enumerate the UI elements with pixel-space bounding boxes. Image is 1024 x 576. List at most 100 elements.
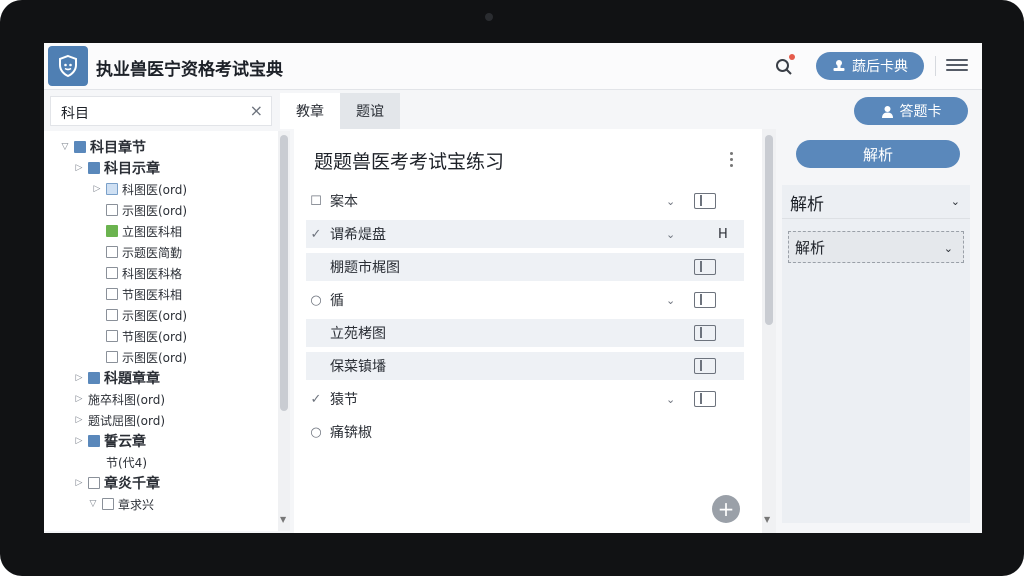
tree-item-label: 节图医(ord): [122, 329, 188, 344]
chevron-down-icon[interactable]: ⌄: [666, 294, 675, 307]
checkbox-icon[interactable]: ☐: [306, 194, 326, 209]
chevron-down-icon[interactable]: ⌄: [666, 228, 675, 241]
tree-item[interactable]: 示图医(ord): [92, 305, 187, 325]
checkbox[interactable]: [106, 267, 118, 279]
analysis-select-value: 解析: [795, 239, 826, 257]
tree-item[interactable]: ▽ 科目章节: [60, 137, 146, 157]
radio-icon[interactable]: ○: [306, 293, 326, 308]
toggle-switch[interactable]: [694, 391, 716, 407]
checkbox[interactable]: [102, 498, 114, 510]
tree-item[interactable]: 节(代4): [92, 452, 147, 472]
toggle-switch[interactable]: [694, 358, 716, 374]
question-label: 案本: [330, 194, 358, 210]
hamburger-menu-icon[interactable]: [946, 56, 968, 76]
more-options-icon[interactable]: [728, 149, 734, 170]
checkbox[interactable]: [106, 309, 118, 321]
checkbox[interactable]: [74, 141, 86, 153]
tab-0[interactable]: 教章: [280, 93, 340, 129]
tree-item[interactable]: 节图医(ord): [92, 326, 187, 346]
question-panel: 题题兽医考考试宝练习 ☐ 案本 ⌄ ✓ 谓希煶盘 ⌄ H 棚题市梶图 ○ 循 ⌄ 立苑栲图 保菜镇墦 ✓ 猿…: [294, 129, 762, 533]
toggle-switch[interactable]: [694, 325, 716, 341]
question-row[interactable]: 立苑栲图: [306, 319, 744, 347]
tree-item[interactable]: ▷ 科題章章: [74, 368, 160, 388]
chevron-icon: ▷: [93, 184, 101, 194]
checkbox[interactable]: [106, 183, 118, 195]
tree-item[interactable]: ▷ 施卒科图(ord): [74, 389, 166, 409]
checkbox[interactable]: [88, 372, 100, 384]
tree-item[interactable]: ▷ 章炎千章: [74, 473, 160, 493]
question-label: 保菜镇墦: [330, 359, 386, 375]
question-row[interactable]: ✓ 谓希煶盘 ⌄ H: [306, 220, 744, 248]
chevron-icon: ▽: [61, 142, 69, 152]
tree-item[interactable]: ▷ 题试屈图(ord): [74, 410, 166, 430]
tree-scroll-thumb[interactable]: [280, 135, 288, 411]
checkbox[interactable]: [88, 435, 100, 447]
check-icon[interactable]: ✓: [306, 227, 326, 242]
tree-item[interactable]: ▷ 科目示章: [74, 158, 160, 178]
question-scroll-thumb[interactable]: [765, 135, 773, 325]
tree-item-label: 示图医(ord): [122, 203, 188, 218]
tree-item[interactable]: 立图医科相: [92, 221, 182, 241]
question-row[interactable]: 保菜镇墦: [306, 352, 744, 380]
tree-item[interactable]: ▽ 章求兴: [88, 494, 154, 514]
chevron-down-icon[interactable]: ⌄: [666, 195, 675, 208]
toggle-switch[interactable]: [694, 259, 716, 275]
question-row[interactable]: ○ 循 ⌄: [306, 286, 744, 314]
tree-item[interactable]: 示图医(ord): [92, 347, 187, 367]
tree-item-label: 章炎千章: [104, 476, 160, 492]
checkbox[interactable]: [88, 162, 100, 174]
checkbox[interactable]: [106, 204, 118, 216]
tree-item[interactable]: 科图医科格: [92, 263, 182, 283]
checkbox[interactable]: [106, 351, 118, 363]
scroll-down-icon[interactable]: ▼: [280, 515, 286, 524]
tree-item-label: 施卒科图(ord): [88, 392, 166, 407]
question-row[interactable]: ✓ 猿节 ⌄: [306, 385, 744, 413]
question-row[interactable]: ○ 痛锛椒: [306, 418, 744, 446]
answer-card-label: 答题卡: [899, 104, 942, 120]
scroll-down-icon[interactable]: ▼: [764, 515, 770, 524]
tree-item-label: 示图医(ord): [122, 350, 188, 365]
checkbox[interactable]: [106, 288, 118, 300]
header-divider: [935, 56, 936, 76]
app-header: 执业兽医宁资格考试宝典 蔬后卡典: [44, 43, 982, 90]
checkbox[interactable]: [106, 330, 118, 342]
tab-1[interactable]: 题谊: [340, 93, 400, 129]
analysis-panel-header[interactable]: 解析 ⌄: [782, 185, 970, 219]
tree-item[interactable]: ▷ 誓云章: [74, 431, 146, 451]
analysis-select[interactable]: 解析 ⌄: [788, 231, 964, 263]
tree-item[interactable]: ▷ 科图医(ord): [92, 179, 188, 199]
question-label: 猿节: [330, 392, 358, 408]
radio-icon[interactable]: ○: [306, 425, 326, 440]
chapter-tree: ▽ 科目章节 ▷ 科目示章 ▷ 科图医(ord) 示图医(ord) 立图医科相 示题医简勤科图医…: [44, 131, 280, 531]
analysis-button[interactable]: 解析: [796, 140, 960, 168]
checkbox[interactable]: [88, 477, 100, 489]
toggle-switch[interactable]: [694, 193, 716, 209]
tree-item-label: 科图医科格: [122, 266, 183, 281]
question-label: 循: [330, 293, 344, 309]
checkbox[interactable]: [106, 246, 118, 258]
header-action-button[interactable]: 蔬后卡典: [816, 52, 924, 80]
tree-item[interactable]: 示题医简勤: [92, 242, 182, 262]
question-label: 棚题市梶图: [330, 260, 400, 276]
user-icon: [881, 105, 893, 118]
analysis-panel-title: 解析: [790, 195, 824, 215]
subject-filter[interactable]: 科目 ×: [50, 96, 272, 126]
tree-item[interactable]: 示图医(ord): [92, 200, 187, 220]
subject-label: 科目: [61, 106, 89, 122]
header-action-label: 蔬后卡典: [852, 59, 908, 75]
chevron-icon: ▷: [75, 436, 83, 446]
answer-card-button[interactable]: 答题卡: [854, 97, 968, 125]
toggle-switch[interactable]: [694, 292, 716, 308]
close-icon[interactable]: ×: [250, 101, 263, 120]
check-icon[interactable]: ✓: [306, 392, 326, 407]
tree-item[interactable]: 节图医科相: [92, 284, 182, 304]
question-row[interactable]: ☐ 案本 ⌄: [306, 187, 744, 215]
tree-item-label: 示图医(ord): [122, 308, 188, 323]
question-row[interactable]: 棚题市梶图: [306, 253, 744, 281]
app-screen: 执业兽医宁资格考试宝典 蔬后卡典 科目 × ▽ 科目章节 ▷ 科目示章 ▷ 科图医(ord…: [44, 43, 982, 533]
add-button[interactable]: +: [712, 495, 740, 523]
tree-item-label: 科目章节: [90, 140, 146, 156]
chevron-down-icon[interactable]: ⌄: [666, 393, 675, 406]
tree-item-label: 题试屈图(ord): [88, 413, 166, 428]
checkbox[interactable]: [106, 225, 118, 237]
